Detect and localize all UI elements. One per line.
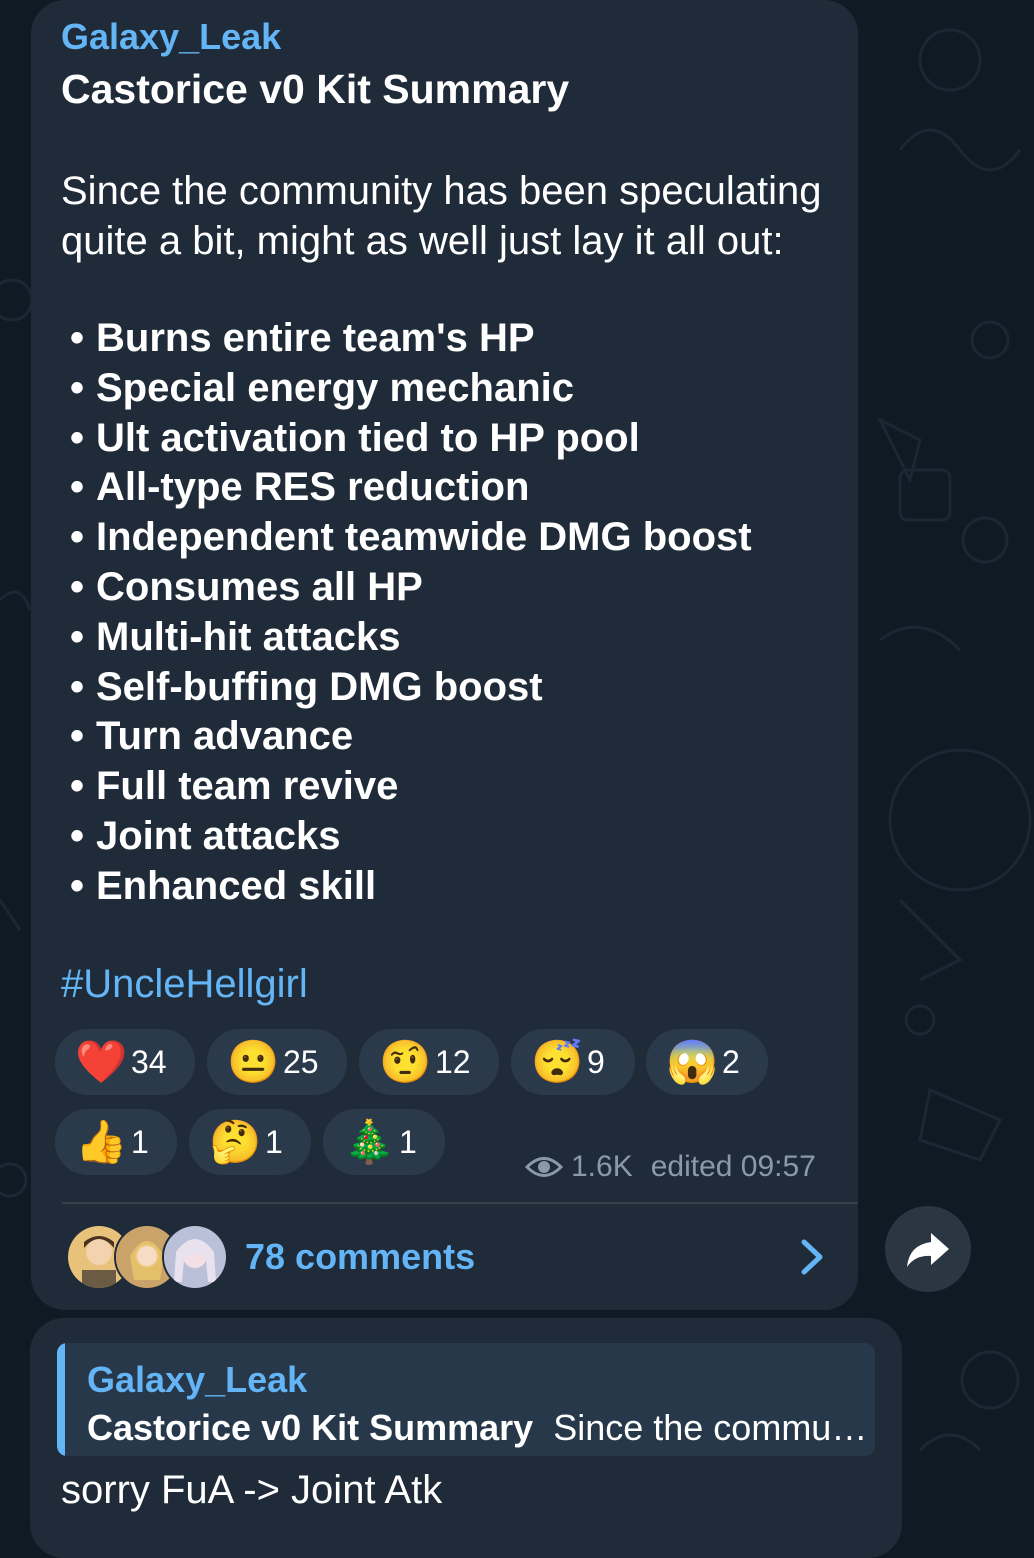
screaming-face-icon: 😱	[666, 1038, 719, 1085]
comments-link[interactable]: 78 comments	[245, 1236, 475, 1278]
hashtag-link[interactable]: #UncleHellgirl	[61, 962, 308, 1007]
reaction-count: 2	[722, 1043, 740, 1080]
edited-timestamp: edited 09:57	[650, 1150, 816, 1183]
list-item: • Multi-hit attacks	[70, 614, 401, 659]
sleeping-face-icon: 😴	[531, 1038, 584, 1085]
channel-name[interactable]: Galaxy_Leak	[61, 16, 281, 58]
chevron-right-icon[interactable]	[796, 1236, 828, 1278]
red-heart-icon: ❤️	[75, 1038, 128, 1085]
list-item: • Independent teamwide DMG boost	[70, 515, 752, 560]
avatar	[162, 1224, 228, 1290]
reply-message-text: sorry FuA -> Joint Atk	[61, 1468, 443, 1512]
post-intro-text: Since the community has been speculating…	[61, 169, 822, 263]
forward-button[interactable]	[885, 1206, 971, 1292]
reaction-count: 1	[265, 1123, 283, 1160]
commenter-avatars[interactable]	[66, 1224, 228, 1290]
list-item: • Enhanced skill	[70, 863, 377, 908]
reaction-thinking-face[interactable]: 🤔 1	[189, 1109, 311, 1175]
post-title: Castorice v0 Kit Summary	[61, 66, 570, 112]
list-item: • Self-buffing DMG boost	[70, 664, 543, 709]
raised-eyebrow-face-icon: 🤨	[379, 1038, 432, 1085]
quote-author: Galaxy_Leak	[87, 1359, 308, 1400]
list-item: • Consumes all HP	[70, 564, 423, 609]
reaction-christmas-tree[interactable]: 🎄 1	[323, 1109, 445, 1175]
reaction-count: 1	[131, 1123, 149, 1160]
kit-feature-list: • Burns entire team's HP • Special energy …	[70, 314, 752, 912]
list-item: • Special energy mechanic	[70, 365, 575, 410]
neutral-face-icon: 😐	[227, 1038, 280, 1085]
post-meta: 1.6K edited 09:57	[525, 1150, 816, 1184]
list-item: • Ult activation tied to HP pool	[70, 415, 640, 460]
list-item: • All-type RES reduction	[70, 465, 530, 510]
reaction-sleeping-face[interactable]: 😴 9	[511, 1029, 635, 1095]
reaction-count: 12	[435, 1043, 471, 1080]
divider	[62, 1202, 858, 1204]
list-item: • Burns entire team's HP	[70, 316, 535, 360]
forward-arrow-icon	[907, 1233, 949, 1267]
list-item: • Joint attacks	[70, 813, 341, 858]
reaction-count: 34	[131, 1043, 167, 1080]
reaction-heart[interactable]: ❤️ 34	[55, 1029, 195, 1095]
reaction-count: 25	[283, 1043, 319, 1080]
reaction-count: 1	[399, 1123, 417, 1160]
list-item: • Full team revive	[70, 764, 399, 809]
eye-icon	[525, 1157, 563, 1177]
christmas-tree-icon: 🎄	[343, 1118, 396, 1165]
reaction-count: 9	[587, 1043, 605, 1080]
view-count: 1.6K	[571, 1150, 633, 1183]
quote-accent-bar	[57, 1343, 65, 1456]
reaction-screaming-face[interactable]: 😱 2	[646, 1029, 768, 1095]
thinking-face-icon: 🤔	[209, 1118, 262, 1165]
quote-snippet: Castorice v0 Kit Summary Since the commu…	[87, 1407, 867, 1448]
list-item: • Turn advance	[70, 714, 354, 759]
quoted-message[interactable]: Galaxy_Leak Castorice v0 Kit Summary Sin…	[57, 1343, 875, 1456]
reaction-neutral-face[interactable]: 😐 25	[207, 1029, 347, 1095]
thumbs-up-icon: 👍	[75, 1118, 128, 1165]
reaction-thumbs-up[interactable]: 👍 1	[55, 1109, 177, 1175]
reaction-raised-eyebrow[interactable]: 🤨 12	[359, 1029, 499, 1095]
